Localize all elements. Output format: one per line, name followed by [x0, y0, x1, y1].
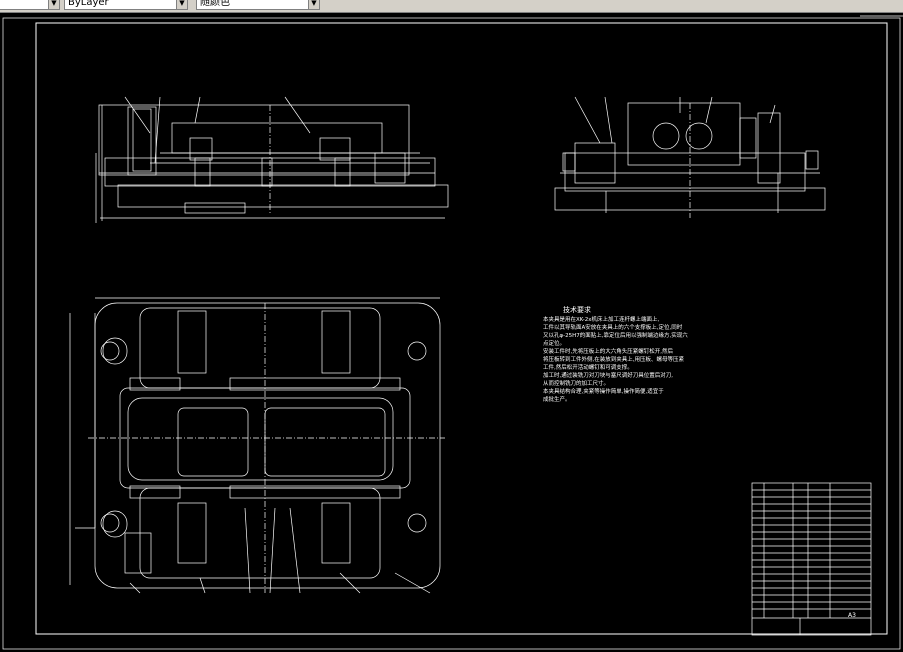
linetype-dropdown[interactable]: ByLayer ▼	[64, 0, 188, 10]
color-dropdown[interactable]: ▼	[0, 0, 60, 10]
plotstyle-dropdown[interactable]: 随颜色 ▼	[196, 0, 320, 10]
sheet-size-label: A3	[848, 612, 856, 619]
technical-notes: 本夹具是用在XK-2x机床上加工连杆螺上端面上, 工件以其导轨面A安放在夹具上的…	[543, 317, 688, 403]
chevron-down-icon[interactable]: ▼	[308, 0, 319, 9]
chevron-down-icon[interactable]: ▼	[176, 0, 187, 9]
chevron-down-icon[interactable]: ▼	[48, 0, 59, 9]
drawing-canvas[interactable]: 技术要求 本夹具是用在XK-2x机床上加工连杆螺上端面上, 工件以其导轨面A安放…	[0, 13, 903, 652]
linetype-dropdown-value: ByLayer	[68, 0, 109, 8]
layer-toolbar: ▼ ByLayer ▼ 随颜色 ▼	[0, 0, 903, 13]
front-view-left	[95, 96, 449, 223]
cad-drawing	[2, 15, 903, 650]
plotstyle-dropdown-value: 随颜色	[200, 0, 230, 8]
plan-view	[69, 297, 445, 594]
sheet-inner-border	[35, 22, 888, 635]
notes-title: 技术要求	[563, 306, 591, 314]
side-view-right	[554, 96, 826, 218]
